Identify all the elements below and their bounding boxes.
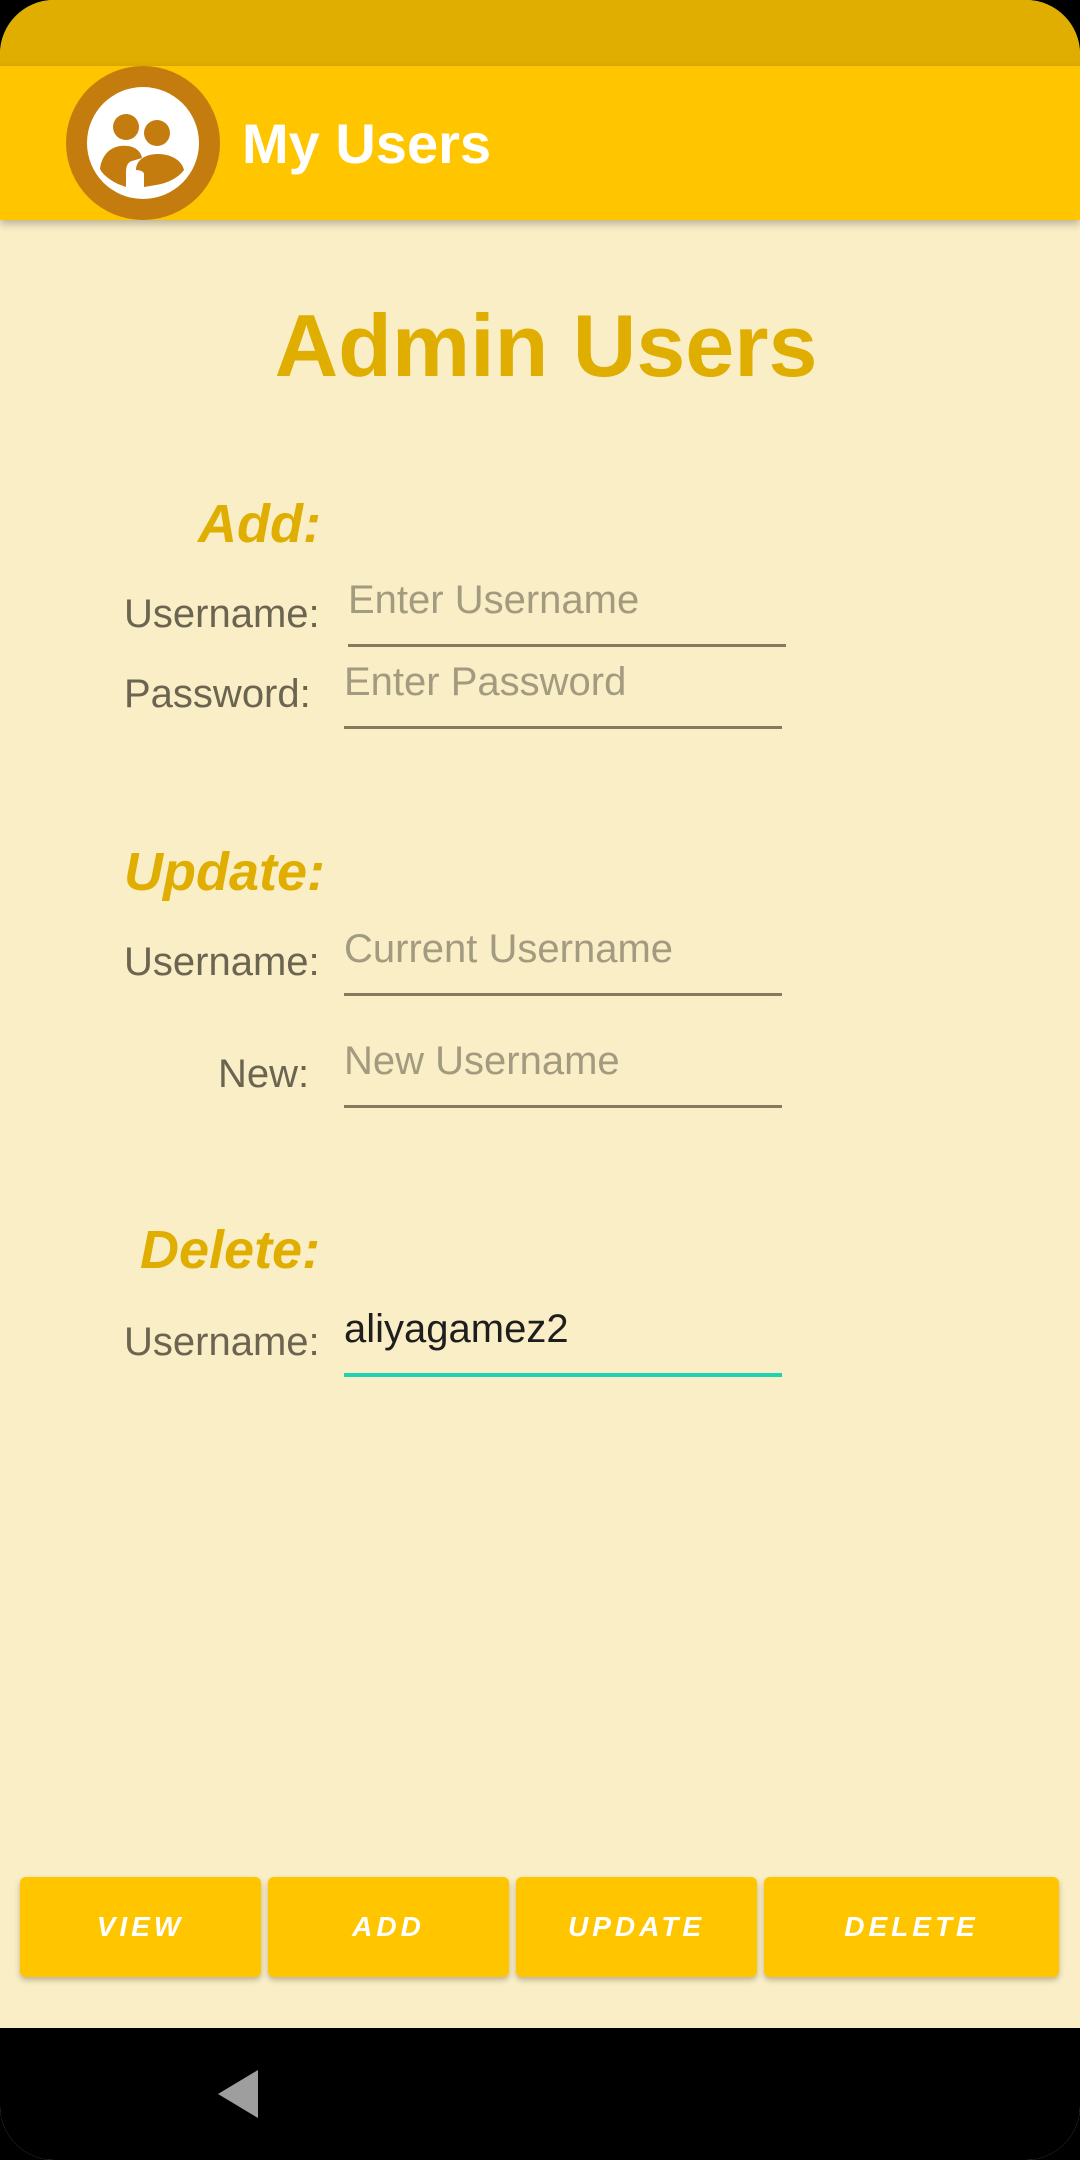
update-new-username-input[interactable]: [344, 1037, 782, 1085]
update-new-username-field[interactable]: [344, 1037, 782, 1108]
delete-username-label: Username:: [124, 1320, 320, 1364]
delete-section-title: Delete:: [140, 1220, 321, 1280]
update-current-username-input[interactable]: [344, 925, 782, 973]
update-username-label: Username:: [124, 940, 320, 984]
add-password-input[interactable]: [344, 658, 782, 706]
back-triangle-icon[interactable]: [216, 2068, 260, 2120]
user-group-icon: [66, 66, 220, 220]
view-button[interactable]: VIEW: [20, 1877, 261, 1977]
delete-username-input[interactable]: [344, 1305, 782, 1353]
add-username-label: Username:: [124, 592, 320, 636]
status-bar: [0, 0, 1080, 66]
app-screen: My Users Admin Users Add: Username: Pass…: [0, 0, 1080, 2160]
update-new-label: New:: [218, 1052, 310, 1096]
page-title-text: Admin Users: [274, 296, 818, 395]
add-username-input[interactable]: [348, 576, 786, 624]
delete-username-field[interactable]: [344, 1305, 782, 1377]
navigation-bar: [0, 2028, 1080, 2160]
app-title: My Users: [242, 112, 492, 175]
update-section-title: Update:: [124, 842, 325, 902]
add-button[interactable]: ADD: [268, 1877, 509, 1977]
page-title: Admin Users: [0, 296, 1080, 396]
update-current-username-field[interactable]: [344, 925, 782, 996]
update-button[interactable]: UPDATE: [516, 1877, 757, 1977]
delete-button[interactable]: DELETE: [764, 1877, 1059, 1977]
add-username-field[interactable]: [348, 576, 786, 647]
add-section-title: Add:: [198, 494, 321, 554]
bottom-button-bar: VIEW ADD UPDATE DELETE: [0, 1877, 1080, 1979]
add-password-label: Password:: [124, 672, 311, 716]
add-password-field[interactable]: [344, 658, 782, 729]
app-bar: My Users: [0, 66, 1080, 220]
